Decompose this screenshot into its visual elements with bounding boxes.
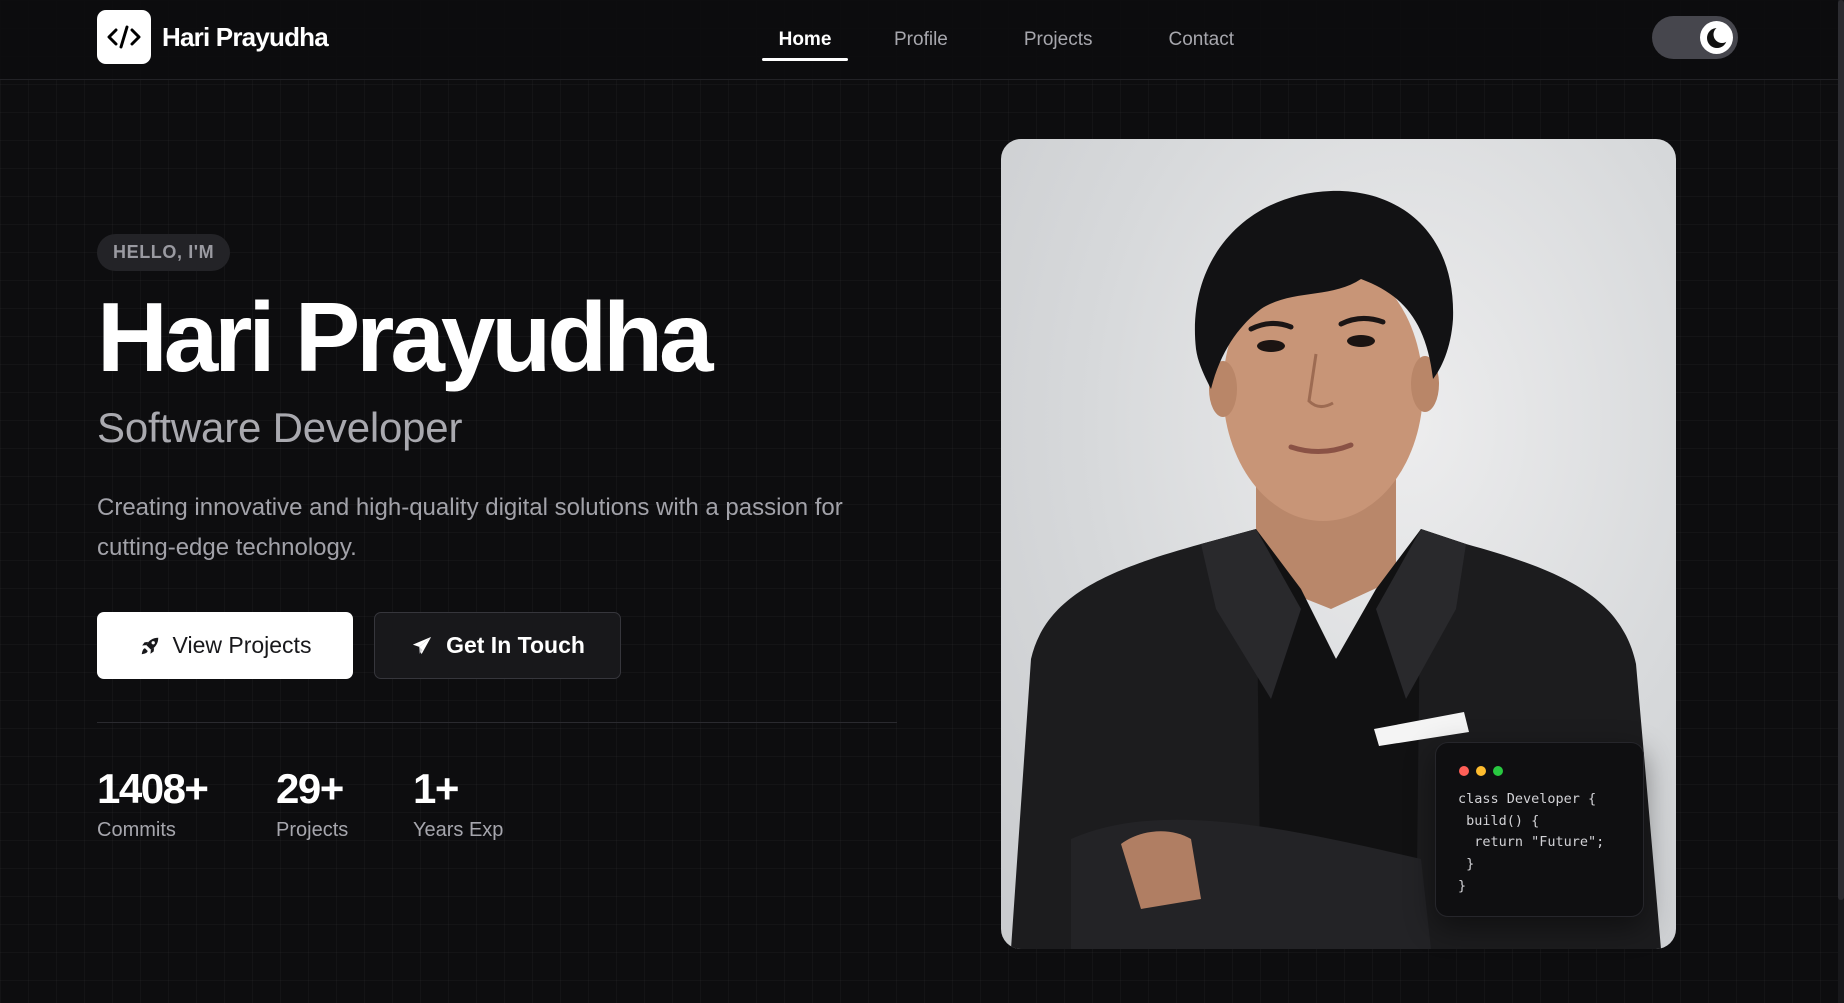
brand-name: Hari Prayudha xyxy=(162,21,329,52)
code-line: return "Future"; xyxy=(1458,834,1605,851)
moon-icon xyxy=(1706,25,1729,48)
hero-role: Software Developer xyxy=(97,404,463,451)
stat-commits: 1408+ Commits xyxy=(97,767,276,842)
scrollbar-thumb[interactable] xyxy=(1838,0,1844,900)
stat-label: Years Exp xyxy=(413,819,504,841)
hero-description: Creating innovative and high-quality dig… xyxy=(97,494,843,561)
toggle-knob xyxy=(1700,21,1733,54)
navbar: Hari Prayudha Home Profile Projects Cont… xyxy=(0,0,1844,80)
code-line: } xyxy=(1458,877,1467,894)
divider xyxy=(97,722,897,723)
code-line: class Developer { xyxy=(1458,791,1597,807)
nav-link-profile[interactable]: Profile xyxy=(894,0,948,80)
nav-link-label: Projects xyxy=(1023,29,1093,50)
code-line: build() { xyxy=(1458,812,1540,829)
stat-label: Projects xyxy=(276,819,349,841)
view-projects-button[interactable]: View Projects xyxy=(97,612,353,679)
window-dots xyxy=(1459,766,1510,776)
code-icon xyxy=(97,10,151,64)
theme-toggle[interactable] xyxy=(1652,16,1738,59)
stat-label: Commits xyxy=(97,819,176,841)
active-indicator xyxy=(762,58,848,61)
maximize-dot-icon xyxy=(1493,766,1503,776)
nav-link-projects[interactable]: Projects xyxy=(1024,0,1093,80)
hero-buttons: View Projects Get In Touch xyxy=(97,612,897,679)
get-in-touch-button[interactable]: Get In Touch xyxy=(374,612,621,679)
nav-link-home[interactable]: Home xyxy=(762,0,848,80)
greeting-badge: HELLO, I'M xyxy=(97,234,231,271)
nav-link-label: Profile xyxy=(894,29,948,50)
hero-name: Hari Prayudha xyxy=(97,282,713,392)
close-dot-icon xyxy=(1459,766,1469,776)
nav-link-contact[interactable]: Contact xyxy=(1169,0,1234,80)
stat-projects: 29+ Projects xyxy=(276,767,413,842)
rocket-icon xyxy=(141,637,158,654)
stats: 1408+ Commits 29+ Projects 1+ Years Exp xyxy=(97,767,897,842)
minimize-dot-icon xyxy=(1476,766,1486,776)
paper-plane-icon xyxy=(412,636,432,654)
code-lines: class Developer { build() { return "Futu… xyxy=(1458,789,1604,898)
hero-section: HELLO, I'M Hari Prayudha Software Develo… xyxy=(97,234,897,842)
stat-value: 1408+ xyxy=(97,765,209,812)
stat-years-exp: 1+ Years Exp xyxy=(413,767,503,842)
nav-link-label: Home xyxy=(778,29,832,50)
stat-value: 1+ xyxy=(413,765,459,812)
scrollbar[interactable] xyxy=(1838,0,1844,1003)
code-line: } xyxy=(1458,856,1475,873)
stat-value: 29+ xyxy=(276,765,344,812)
page: Hari Prayudha Home Profile Projects Cont… xyxy=(0,0,1844,1003)
view-projects-label: View Projects xyxy=(172,632,312,658)
brand[interactable]: Hari Prayudha xyxy=(97,10,329,64)
code-snippet-card: class Developer { build() { return "Futu… xyxy=(1435,742,1644,917)
nav-link-label: Contact xyxy=(1168,29,1234,50)
get-in-touch-label: Get In Touch xyxy=(446,632,585,658)
nav-links: Home Profile Projects Contact xyxy=(762,0,1234,80)
